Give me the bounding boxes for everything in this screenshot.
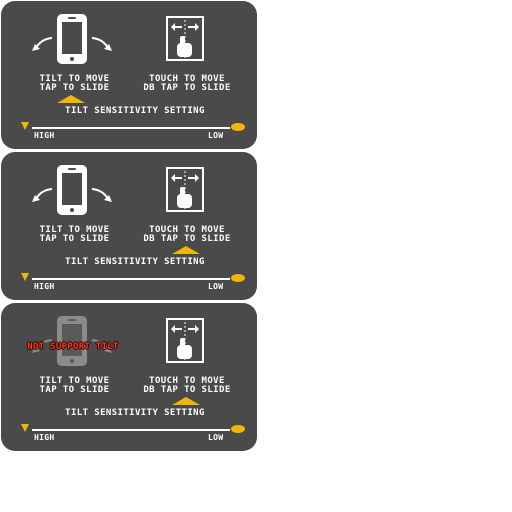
not-support-tilt-warning: NOT SUPPORT TILT	[27, 342, 119, 352]
touch-mode-label-2: DB TAP TO SLIDE	[143, 385, 231, 395]
slider-end-marker	[231, 425, 245, 433]
slider-end-marker	[231, 123, 245, 131]
sensitivity-slider-handle[interactable]	[21, 424, 29, 432]
low-label: LOW	[208, 282, 224, 291]
selected-mode-indicator	[57, 95, 85, 103]
control-settings-panel-1: TILT TO MOVE TAP TO SLIDE TOUCH TO MOVE …	[1, 1, 257, 149]
sensitivity-heading: TILT SENSITIVITY SETTING	[65, 257, 205, 267]
sensitivity-slider-handle[interactable]	[21, 122, 29, 130]
phone-tilt-icon[interactable]	[57, 165, 87, 215]
touch-mode-label-2: DB TAP TO SLIDE	[143, 234, 231, 244]
control-settings-panel-2: TILT TO MOVE TAP TO SLIDE TOUCH TO MOVE …	[1, 152, 257, 300]
high-label: HIGH	[34, 282, 55, 291]
low-label: LOW	[208, 433, 224, 442]
phone-tilt-icon	[57, 316, 87, 366]
tilt-mode-label-2: TAP TO SLIDE	[39, 385, 110, 395]
sensitivity-slider-track[interactable]	[32, 429, 230, 431]
phone-tilt-icon[interactable]	[57, 14, 87, 64]
tilt-left-arrow-icon	[32, 37, 53, 51]
selected-mode-indicator	[172, 246, 200, 254]
tilt-left-arrow-icon	[32, 188, 53, 202]
touch-mode-label-2: DB TAP TO SLIDE	[143, 83, 231, 93]
sensitivity-heading: TILT SENSITIVITY SETTING	[65, 408, 205, 418]
high-label: HIGH	[34, 131, 55, 140]
sensitivity-slider-track[interactable]	[32, 278, 230, 280]
sensitivity-slider-track[interactable]	[32, 127, 230, 129]
tilt-right-arrow-icon	[91, 188, 112, 202]
tilt-right-arrow-icon	[91, 37, 112, 51]
slider-end-marker	[231, 274, 245, 282]
control-settings-panel-3: TILT TO MOVE TAP TO SLIDE TOUCH TO MOVE …	[1, 303, 257, 451]
low-label: LOW	[208, 131, 224, 140]
selected-mode-indicator	[172, 397, 200, 405]
sensitivity-heading: TILT SENSITIVITY SETTING	[65, 106, 205, 116]
high-label: HIGH	[34, 433, 55, 442]
tilt-mode-label-2: TAP TO SLIDE	[39, 83, 110, 93]
touch-swipe-icon[interactable]	[166, 16, 204, 61]
sensitivity-slider-handle[interactable]	[21, 273, 29, 281]
touch-swipe-icon[interactable]	[166, 167, 204, 212]
tilt-mode-label-2: TAP TO SLIDE	[39, 234, 110, 244]
touch-swipe-icon[interactable]	[166, 318, 204, 363]
